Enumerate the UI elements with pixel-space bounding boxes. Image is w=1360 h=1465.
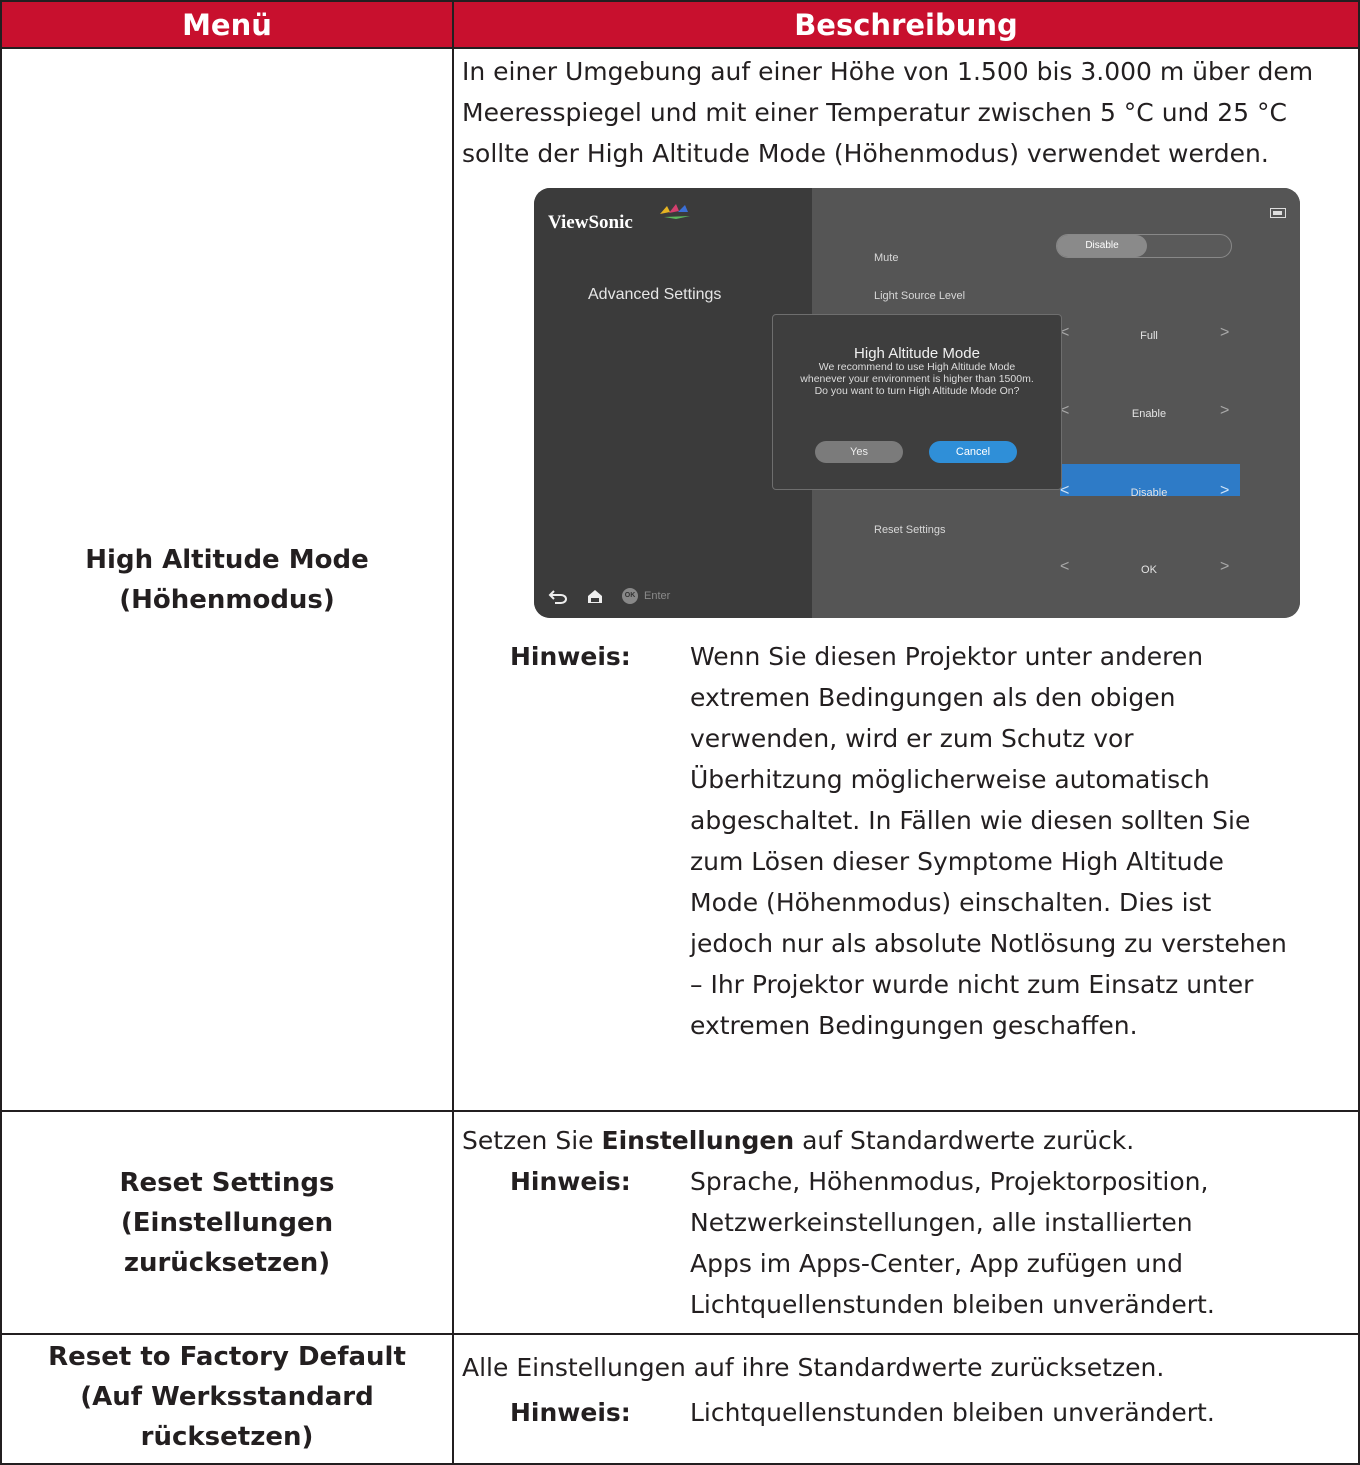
menu-line: rücksetzen) [140,1422,314,1452]
note-line: abgeschaltet. In Fällen wie diesen sollt… [690,806,1251,835]
high-altitude-value: Disable [1130,487,1168,499]
note: Hinweis: Wenn Sie diesen Projektor unter… [462,636,1352,1046]
high-altitude-dialog: High Altitude Mode We recommend to use H… [772,314,1062,490]
menu-cell-high-altitude: High Altitude Mode (Höhenmodus) [0,47,454,1112]
note-line: extremen Bedingungen geschaffen. [690,1011,1138,1040]
menu-line: High Altitude Mode [85,544,369,575]
mute-toggle[interactable]: Disable [1056,234,1232,258]
chevron-right-icon[interactable]: > [1220,470,1229,511]
note-line: Wenn Sie diesen Projektor unter anderen [690,642,1204,671]
note: Hinweis: Lichtquellenstunden bleiben unv… [462,1392,1352,1433]
home-icon[interactable] [586,588,604,604]
yes-button[interactable]: Yes [815,441,903,463]
ok-badge-icon: OK [622,588,638,604]
note-label: Hinweis: [510,642,631,671]
footer-icons: OK Enter [548,586,670,606]
note-line: Mode (Höhenmodus) einschalten. Dies ist [690,888,1212,917]
note-line: jedoch nur als absolute Notlösung zu ver… [690,929,1287,958]
menu-line: (Höhenmodus) [119,584,335,615]
note-text: Sprache, Höhenmodus, Projektorposition, … [690,1161,1352,1325]
setting-light-source-label: Light Source Level [874,290,966,302]
menu-description-table: Menü Beschreibung High Altitude Mode (Hö… [0,0,1360,1465]
desc-cell-reset-settings: Setzen Sie Einstellungen auf Standardwer… [452,1110,1360,1335]
menu-cell-reset-settings: Reset Settings (Einstellungen zurücksetz… [0,1110,454,1335]
enter-hint: Enter [644,589,671,602]
reset-value: OK [1141,564,1157,576]
description-text-bold: Einstellungen [601,1126,795,1155]
note-line: zum Lösen dieser Symptome High Altitude [690,847,1224,876]
setting-reset-label: Reset Settings [874,524,946,536]
chevron-right-icon[interactable]: > [1220,390,1229,431]
note-line: Sprache, Höhenmodus, Projektorposition, [690,1167,1209,1196]
menu-line: (Einstellungen [120,1207,334,1238]
screenshot-left-panel: ViewSonic Advanced Settings OK Enter [534,188,812,618]
desc-cell-factory-default: Alle Einstellungen auf ihre Standardwert… [452,1333,1360,1465]
note-line: – Ihr Projektor wurde nicht zum Einsatz … [690,970,1254,999]
menu-line: zurücksetzen) [123,1247,331,1278]
note-line: verwenden, wird er zum Schutz vor [690,724,1134,753]
back-icon[interactable] [548,588,568,604]
table-row: Reset Settings (Einstellungen zurücksetz… [0,1110,1360,1335]
table-row: Reset to Factory Default (Auf Werksstand… [0,1333,1360,1465]
desc-cell-high-altitude: In einer Umgebung auf einer Höhe von 1.5… [452,47,1360,1112]
brand-logo: ViewSonic [548,212,633,233]
cancel-button[interactable]: Cancel [929,441,1017,463]
chevron-left-icon[interactable]: < [1060,546,1069,587]
note-line: Überhitzung möglicherweise automatisch [690,765,1210,794]
menu-line: Reset Settings [119,1167,335,1198]
dialog-message: We recommend to use High Altitude Mode w… [800,361,1034,397]
header-menu: Menü [0,0,454,49]
note-text: Wenn Sie diesen Projektor unter anderen … [690,636,1352,1046]
menu-line: Reset to Factory Default [48,1342,406,1372]
chevron-right-icon[interactable]: > [1220,312,1229,353]
description-text: Alle Einstellungen auf ihre Standardwert… [462,1353,1165,1382]
note-label: Hinweis: [510,1398,631,1427]
setting-row2-value: Enable [1131,408,1167,420]
note: Hinweis: Sprache, Höhenmodus, Projektorp… [462,1161,1352,1325]
table-header-row: Menü Beschreibung [0,0,1360,49]
chevron-right-icon[interactable]: > [1220,546,1229,587]
note-label: Hinweis: [510,1167,631,1196]
description-text: In einer Umgebung auf einer Höhe von 1.5… [462,57,1314,168]
battery-icon [1270,208,1286,218]
light-source-value: Full [1140,330,1158,342]
note-line: Lichtquellenstunden bleiben unverändert. [690,1398,1215,1427]
table-row: High Altitude Mode (Höhenmodus) In einer… [0,47,1360,1112]
header-description: Beschreibung [452,0,1360,49]
note-line: Netzwerkeinstellungen, alle installierte… [690,1208,1193,1237]
description-text-part: Setzen Sie [462,1126,602,1155]
menu-cell-factory-default: Reset to Factory Default (Auf Werksstand… [0,1333,454,1465]
brand-birds-icon [660,204,690,219]
menu-line: (Auf Werksstandard [80,1382,374,1412]
note-line: extremen Bedingungen als den obigen [690,683,1176,712]
note-line: Lichtquellenstunden bleiben unverändert. [690,1290,1215,1319]
description-text-part: auf Standardwerte zurück. [794,1126,1135,1155]
mute-toggle-value: Disable [1057,235,1147,257]
note-line: Apps im Apps-Center, App zufügen und [690,1249,1183,1278]
projector-menu-screenshot: ViewSonic Advanced Settings OK Enter Mut… [534,188,1300,618]
setting-mute-label: Mute [874,252,899,264]
note-text: Lichtquellenstunden bleiben unverändert. [690,1392,1352,1433]
description-text: Setzen Sie Einstellungen auf Standardwer… [462,1120,1352,1161]
panel-title: Advanced Settings [588,286,722,303]
